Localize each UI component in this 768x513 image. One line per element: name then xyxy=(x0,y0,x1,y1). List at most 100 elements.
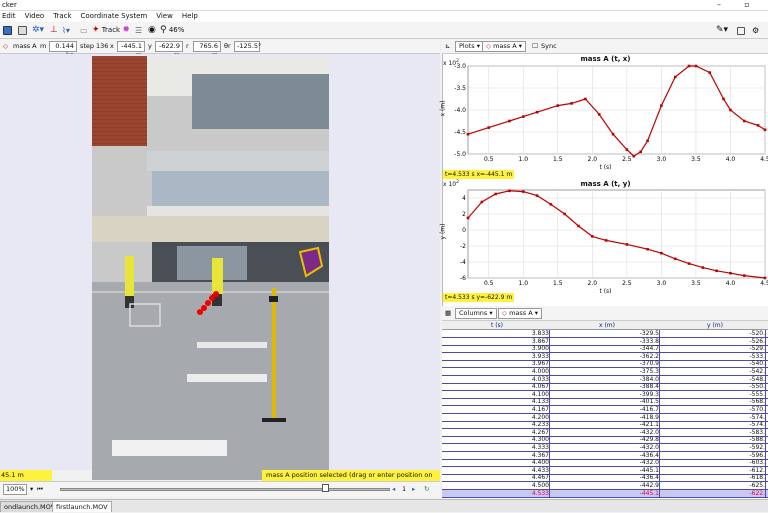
slider-handle[interactable] xyxy=(322,484,329,492)
track-button-label: Track xyxy=(101,26,121,34)
zoom-dropdown-icon[interactable]: ▾ xyxy=(30,484,33,495)
plot-ty-point xyxy=(646,247,649,251)
create-track-button[interactable]: ✦ Track ✹ xyxy=(92,24,130,37)
cell-x: -421.1 xyxy=(552,421,660,429)
pencil-icon[interactable]: ✎▾ xyxy=(716,24,728,37)
cell-t: 4.400 xyxy=(442,459,550,467)
cell-t: 3.967 xyxy=(442,360,550,368)
plot-tx-point xyxy=(570,102,573,105)
header-x[interactable]: x (m) xyxy=(552,321,662,330)
plot-tx-ytick: -3.5 xyxy=(454,85,466,92)
cell-t: 4.333 xyxy=(442,444,550,451)
table-track-select[interactable]: ◇ mass A ▾ xyxy=(498,308,543,319)
plot-tx-point xyxy=(466,132,470,136)
table-row[interactable]: 4.533 -445.1 -622. xyxy=(442,489,768,498)
player-bar: 100% ▾ ⏮ ◂ 1 ▸ ↻ xyxy=(0,481,440,497)
plot-ty-ytick: -4 xyxy=(460,259,466,266)
menu-video[interactable]: Video xyxy=(25,11,45,22)
play-start-icon[interactable]: ⏮ xyxy=(37,484,43,495)
plot-ty-point xyxy=(549,203,553,206)
plot-ty[interactable]: x 102 mass A (t, y) y (m) t (s) 0.5 1.0 1.… xyxy=(439,180,768,295)
track-name[interactable]: mass A xyxy=(13,41,37,52)
cell-x: -445.1 xyxy=(552,489,660,497)
plot-tx-ytick: -4.0 xyxy=(454,107,466,114)
plot-ty-xtick: 4.5 xyxy=(760,280,768,287)
plot-ty-point xyxy=(480,200,484,204)
tape-icon[interactable]: ⌇▾ xyxy=(62,24,70,37)
menu-help[interactable]: Help xyxy=(182,11,198,22)
save-icon[interactable] xyxy=(3,24,12,37)
step-forward-icon[interactable]: ▸ xyxy=(412,484,415,495)
data-table[interactable]: 3.833 -329.5 -520. 3.867 -333.8 -526. 3.900 -34… xyxy=(442,330,768,499)
columns-menu[interactable]: Columns ▾ xyxy=(455,308,497,319)
plot-ty-xtick: 4.0 xyxy=(726,280,736,287)
plot-ty-ytick: -6 xyxy=(460,275,466,282)
cell-t: 4.533 xyxy=(442,489,550,497)
mass-field[interactable]: 0.144 kg xyxy=(49,41,77,59)
zoom-control[interactable]: ⚲ 46% xyxy=(160,24,184,37)
plot-ty-xtick: 2.0 xyxy=(588,280,598,287)
plot-tx-point xyxy=(763,128,767,132)
plot-tx-xtick: 0.5 xyxy=(484,156,494,163)
menu-track[interactable]: Track xyxy=(53,11,71,22)
plot-tx-point xyxy=(708,71,712,74)
step-back-icon[interactable]: ◂ xyxy=(392,484,395,495)
calibration-icon[interactable]: ✲▾ xyxy=(32,24,44,37)
plot-ty-point xyxy=(563,212,566,216)
tab-firstlaunch[interactable]: firstlaunch.MOV xyxy=(52,501,112,512)
plot-track-select[interactable]: ◇ mass A ▾ xyxy=(482,41,527,52)
cell-x: -370.9 xyxy=(552,360,660,368)
mass-label: m xyxy=(40,42,47,50)
plot-tx-readout: t=4.533 s x=-445.1 m xyxy=(443,170,515,179)
cell-t: 4.000 xyxy=(442,368,550,375)
video-zoom-field[interactable]: 100% xyxy=(3,484,27,495)
track-toolbar: ◇ mass A m 0.144 kg step 136 x -445.1 m … xyxy=(0,39,440,59)
plot-track-label: mass A xyxy=(493,42,517,50)
header-y[interactable]: y (m) xyxy=(662,321,768,330)
menu-view[interactable]: View xyxy=(156,11,173,22)
cell-y: -603. xyxy=(662,459,766,467)
cell-x: -429.8 xyxy=(552,436,660,444)
gear-icon[interactable]: ⚙ xyxy=(752,24,759,37)
cell-x: -416.7 xyxy=(552,406,660,413)
plot-ty-ytick: 4 xyxy=(462,195,466,202)
plot-tx-point xyxy=(660,104,663,107)
plot-tx-point xyxy=(756,124,760,127)
plot-tx[interactable]: x 102 mass A (t, x) x (m) t (s) 0.5 1.0 1.… xyxy=(439,55,768,177)
cell-t: 4.100 xyxy=(442,390,550,398)
plot-tx-point xyxy=(687,64,691,68)
cell-y: -542. xyxy=(662,368,766,375)
step-size[interactable]: 1 xyxy=(402,484,406,495)
r-field[interactable]: 765.6 m xyxy=(193,41,221,59)
columns-label: Columns xyxy=(459,309,488,317)
video-slider[interactable] xyxy=(60,488,390,491)
sync-checkbox[interactable]: ☐ xyxy=(532,41,538,52)
plot-ty-point xyxy=(466,216,470,220)
eye-icon[interactable]: ◉ xyxy=(148,24,156,37)
y-field[interactable]: -622.9 m xyxy=(155,41,183,59)
trails-icon[interactable]: ☰ xyxy=(135,24,142,37)
cell-y: -520. xyxy=(662,330,766,337)
ruler-icon[interactable]: ▭ xyxy=(80,24,88,37)
cell-t: 4.500 xyxy=(442,482,550,489)
minimize-icon[interactable]: – xyxy=(712,0,726,11)
theta-field[interactable]: -125.5° xyxy=(234,41,261,52)
x-field[interactable]: -445.1 m xyxy=(117,41,145,59)
cell-t: 4.433 xyxy=(442,466,550,474)
video-frame[interactable] xyxy=(92,56,329,480)
tab-ondlaunch[interactable]: ondlaunch.MOV xyxy=(0,501,60,512)
cell-y: -574. xyxy=(662,413,766,421)
axes-icon[interactable]: ⊥ xyxy=(50,24,58,37)
menu-coordinate-system[interactable]: Coordinate System xyxy=(81,11,148,22)
cell-t: 4.300 xyxy=(442,436,550,444)
loop-icon[interactable]: ↻ xyxy=(424,484,429,495)
cell-t: 4.233 xyxy=(442,421,550,429)
cell-y: -540. xyxy=(662,360,766,368)
menu-edit[interactable]: Edit xyxy=(2,11,16,22)
title-bar: cker – ▫ xyxy=(0,0,768,11)
clip-settings-icon[interactable] xyxy=(18,24,27,37)
notes-icon[interactable] xyxy=(737,24,745,37)
header-t[interactable]: t (s) xyxy=(442,321,552,330)
plots-menu[interactable]: Plots ▾ xyxy=(455,41,484,52)
maximize-icon[interactable]: ▫ xyxy=(740,0,754,11)
